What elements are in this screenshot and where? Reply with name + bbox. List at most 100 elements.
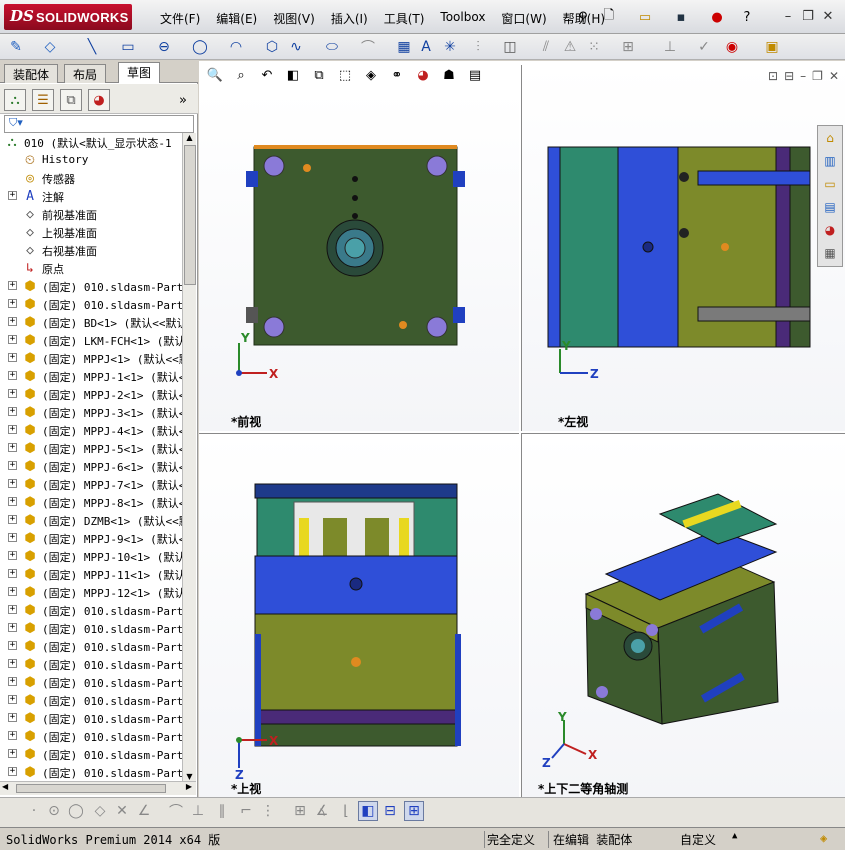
scroll-down-icon[interactable]: ▼ <box>183 772 196 781</box>
menu-edit[interactable]: 编辑(E) <box>208 10 265 27</box>
graphics-area[interactable]: 🔍 ⌕ ↶ ◧ ⧉ ⬚ ◈ ⚭ ◕ ☗ ▤ Y X *前视 ⊡ ⊟ – ❐ ✕ … <box>199 61 845 797</box>
tree-item[interactable]: ◇ 右视基准面 <box>0 241 182 259</box>
zoom-to-fit-icon[interactable]: 🔍 <box>205 65 225 85</box>
expand-toggle-icon[interactable]: + <box>8 713 17 722</box>
quadrant-snap-icon[interactable]: ◇ <box>90 801 110 821</box>
line-snap-icon[interactable]: ⌊ <box>336 801 356 821</box>
mirror-icon[interactable]: ⚠ <box>560 37 580 57</box>
expand-toggle-icon[interactable]: + <box>8 731 17 740</box>
tree-item[interactable]: + ⬢ (固定) LKM-FCH<1> (默认 <box>0 331 182 349</box>
angle-snap-icon[interactable]: ∡ <box>312 801 332 821</box>
tree-item[interactable]: ⏲ History <box>0 151 182 169</box>
expand-toggle-icon[interactable]: + <box>8 587 17 596</box>
dynamic-annotation-icon[interactable]: ⧉ <box>309 65 329 85</box>
minimize-icon[interactable]: – <box>778 6 798 26</box>
move-icon[interactable]: ⊞ <box>618 37 638 57</box>
tree-item[interactable]: + ⬢ (固定) MPPJ-12<1> (默认< <box>0 583 182 601</box>
apply-scene-icon[interactable]: ☗ <box>439 65 459 85</box>
help-icon[interactable]: ? <box>738 8 756 26</box>
scroll-right-icon[interactable]: ▶ <box>186 782 192 791</box>
point-snap-icon[interactable]: · <box>24 801 44 821</box>
expand-toggle-icon[interactable]: + <box>8 461 17 470</box>
tree-horizontal-scrollbar[interactable]: ◀ ▶ <box>0 781 196 795</box>
expand-toggle-icon[interactable]: + <box>8 299 17 308</box>
display-manager-icon[interactable]: ◕ <box>88 89 110 111</box>
menu-window[interactable]: 窗口(W) <box>493 10 554 27</box>
feature-tree-icon[interactable]: ⛬ <box>4 89 26 111</box>
tree-item[interactable]: + ⬢ (固定) 010.sldasm-Part- <box>0 673 182 691</box>
design-library-icon[interactable]: ▥ <box>819 150 841 172</box>
edit-appearance-icon[interactable]: ◕ <box>413 65 433 85</box>
solidworks-logo[interactable]: DS SOLIDWORKS <box>4 4 132 30</box>
viewport-isometric[interactable]: Y X Z *上下二等角轴测 <box>521 433 845 797</box>
expand-toggle-icon[interactable]: + <box>8 371 17 380</box>
tree-item[interactable]: + ⬢ (固定) 010.sldasm-Part- <box>0 619 182 637</box>
expand-toggle-icon[interactable]: + <box>8 479 17 488</box>
ellipse-icon[interactable]: ⬭ <box>322 37 342 57</box>
spline-icon[interactable]: ∿ <box>286 37 306 57</box>
menu-file[interactable]: 文件(F) <box>152 10 208 27</box>
text-icon[interactable]: A <box>416 37 436 57</box>
expand-toggle-icon[interactable]: + <box>8 497 17 506</box>
tree-item[interactable]: + ⬢ (固定) 010.sldasm-Part- <box>0 691 182 709</box>
expand-toggle-icon[interactable]: + <box>8 749 17 758</box>
polygon-icon[interactable]: ⬡ <box>262 37 282 57</box>
tree-item[interactable]: ◇ 前视基准面 <box>0 205 182 223</box>
tree-root-assembly[interactable]: ⛬ 010 (默认<默认_显示状态-1 <box>0 133 182 151</box>
tree-item[interactable]: + ⬢ (固定) 010.sldasm-Part- <box>0 601 182 619</box>
expand-toggle-icon[interactable]: + <box>8 191 17 200</box>
viewport-minimize-icon[interactable]: – <box>800 69 806 83</box>
instant2d-icon[interactable]: ▣ <box>762 37 782 57</box>
units-custom[interactable]: 自定义 <box>680 831 716 848</box>
expand-toggle-icon[interactable]: + <box>8 695 17 704</box>
menu-insert[interactable]: 插入(I) <box>323 10 376 27</box>
viewport-restore-icon[interactable]: ❐ <box>812 69 823 83</box>
save-icon[interactable]: ▪ <box>672 8 690 26</box>
open-folder-icon[interactable]: ▭ <box>636 8 654 26</box>
tree-item[interactable]: + ⬢ (固定) 010.sldasm-Part- <box>0 295 182 313</box>
expand-toggle-icon[interactable]: + <box>8 677 17 686</box>
scroll-thumb[interactable] <box>184 145 196 285</box>
view-3d-icon[interactable]: ◧ <box>358 801 378 821</box>
tab-assembly[interactable]: 装配体 <box>4 64 59 83</box>
tree-item[interactable]: + ⬢ (固定) MPPJ-7<1> (默认< <box>0 475 182 493</box>
configuration-manager-icon[interactable]: ⧉ <box>60 89 82 111</box>
viewport-top[interactable]: X Z *上视 <box>199 433 519 797</box>
expand-toggle-icon[interactable]: + <box>8 533 17 542</box>
tree-item[interactable]: ◇ 上视基准面 <box>0 223 182 241</box>
tree-item[interactable]: ↳ 原点 <box>0 259 182 277</box>
tree-item[interactable]: + ⬢ (固定) 010.sldasm-Part- <box>0 637 182 655</box>
tree-item[interactable]: + ⬢ (固定) MPPJ-4<1> (默认< <box>0 421 182 439</box>
pin-icon[interactable]: ⚲ <box>574 8 592 26</box>
smart-dimension-icon[interactable]: ◇ <box>40 37 60 57</box>
line-icon[interactable]: ╲ <box>82 37 102 57</box>
expand-toggle-icon[interactable]: + <box>8 317 17 326</box>
menu-tools[interactable]: 工具(T) <box>376 10 433 27</box>
parallel-snap-icon[interactable]: ∥ <box>212 801 232 821</box>
rebuild-icon[interactable]: ● <box>708 8 726 26</box>
view-settings-icon[interactable]: ▤ <box>465 65 485 85</box>
tree-item[interactable]: + A 注解 <box>0 187 182 205</box>
expand-toggle-icon[interactable]: + <box>8 659 17 668</box>
tree-item[interactable]: + ⬢ (固定) MPPJ-3<1> (默认< <box>0 403 182 421</box>
tab-sketch[interactable]: 草图 <box>118 62 161 83</box>
tree-item[interactable]: + ⬢ (固定) MPPJ-9<1> (默认< <box>0 529 182 547</box>
convert-icon[interactable]: ◫ <box>500 37 520 57</box>
viewport-front[interactable]: Y X *前视 <box>199 91 519 431</box>
tree-item[interactable]: + ⬢ (固定) MPPJ-8<1> (默认< <box>0 493 182 511</box>
rectangle-icon[interactable]: ▭ <box>118 37 138 57</box>
tree-item[interactable]: + ⬢ (固定) MPPJ-2<1> (默认< <box>0 385 182 403</box>
expand-toggle-icon[interactable]: + <box>8 569 17 578</box>
viewport-left[interactable]: ⊡ ⊟ – ❐ ✕ Y Z *左视 <box>521 65 845 431</box>
grid-snap-icon[interactable]: ⊞ <box>290 801 310 821</box>
tree-item[interactable]: + ⬢ (固定) 010.sldasm-Part- <box>0 727 182 745</box>
trim-icon[interactable]: ⫶ <box>468 37 488 57</box>
expand-toggle-icon[interactable]: + <box>8 515 17 524</box>
tree-item[interactable]: + ⬢ (固定) 010.sldasm-Part- <box>0 655 182 673</box>
tangent-snap-icon[interactable]: ⌒ <box>166 801 186 821</box>
custom-properties-icon[interactable]: ▦ <box>819 242 841 264</box>
tree-item[interactable]: ◎ 传感器 <box>0 169 182 187</box>
section-view-icon[interactable]: ◧ <box>283 65 303 85</box>
viewport-close-icon[interactable]: ✕ <box>829 69 839 83</box>
fillet-icon[interactable]: ⌒ <box>358 37 378 57</box>
